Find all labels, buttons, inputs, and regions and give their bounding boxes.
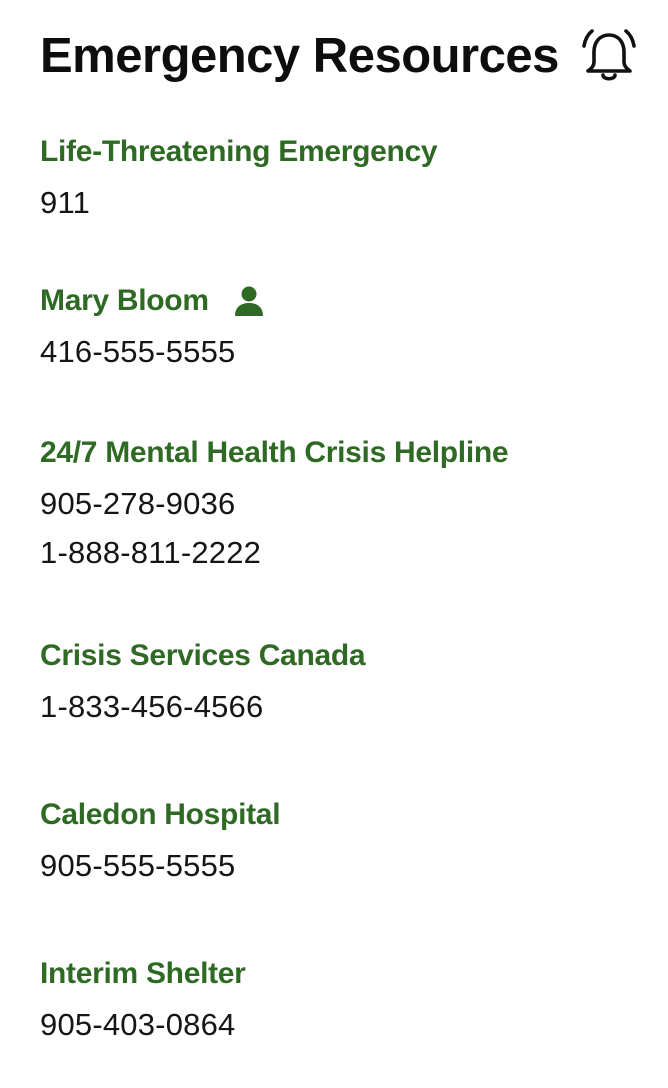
resource-item[interactable]: Caledon Hospital 905-555-5555	[40, 795, 640, 890]
phone-number-link[interactable]: 905-403-0864	[40, 1000, 640, 1049]
resource-name-row: Mary Bloom	[40, 281, 640, 321]
resource-name[interactable]: Life-Threatening Emergency	[40, 132, 640, 172]
resource-item[interactable]: Life-Threatening Emergency 911	[40, 132, 640, 227]
resource-item[interactable]: Interim Shelter 905-403-0864	[40, 954, 640, 1049]
resource-name[interactable]: Crisis Services Canada	[40, 636, 640, 676]
phone-number-link[interactable]: 911	[40, 178, 640, 227]
resource-name[interactable]: Interim Shelter	[40, 954, 640, 994]
resource-name[interactable]: Caledon Hospital	[40, 795, 640, 835]
phone-number-link[interactable]: 905-278-9036	[40, 479, 640, 528]
phone-number-link[interactable]: 905-555-5555	[40, 841, 640, 890]
phone-number-link[interactable]: 1-833-456-4566	[40, 682, 640, 731]
page-title: Emergency Resources	[40, 29, 559, 83]
person-icon	[233, 285, 265, 317]
resource-name[interactable]: 24/7 Mental Health Crisis Helpline	[40, 433, 640, 473]
resource-item[interactable]: Crisis Services Canada 1-833-456-4566	[40, 636, 640, 731]
header: Emergency Resources	[40, 24, 640, 88]
resource-name[interactable]: Mary Bloom	[40, 281, 209, 321]
resource-item[interactable]: 24/7 Mental Health Crisis Helpline 905-2…	[40, 433, 640, 577]
resource-item[interactable]: Mary Bloom 416-555-5555	[40, 281, 640, 376]
phone-number-link[interactable]: 416-555-5555	[40, 327, 640, 376]
bell-icon[interactable]	[582, 28, 636, 84]
phone-number-link[interactable]: 1-888-811-2222	[40, 528, 640, 577]
